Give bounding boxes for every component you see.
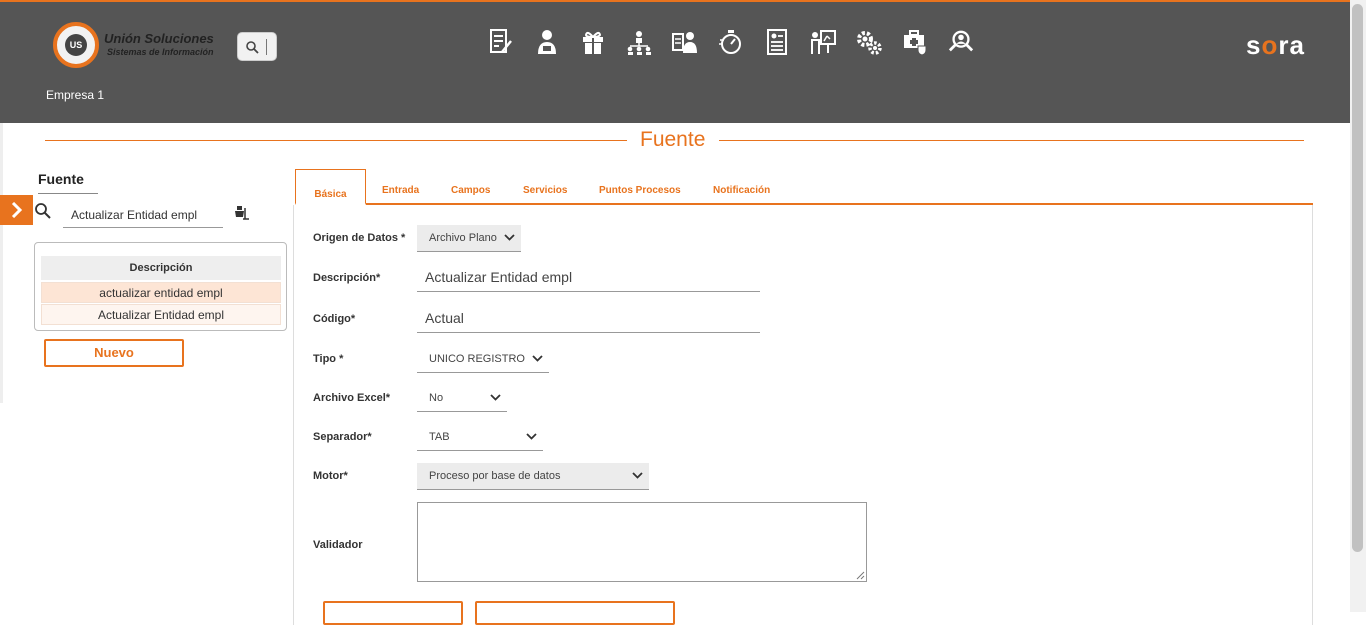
- search-input[interactable]: [63, 202, 223, 228]
- motor-label: Motor*: [313, 470, 348, 482]
- clear-filter-icon[interactable]: [234, 205, 250, 226]
- tipo-label: Tipo *: [313, 353, 344, 365]
- resume-icon[interactable]: [764, 28, 790, 56]
- title-divider-right: [719, 140, 1304, 141]
- results-table: Descripción actualizar entidad empl Actu…: [34, 242, 287, 331]
- separador-value: TAB: [429, 431, 450, 443]
- descripcion-field[interactable]: Actualizar Entidad empl: [417, 264, 760, 292]
- codigo-label: Código*: [313, 313, 356, 325]
- save-button[interactable]: [323, 601, 463, 625]
- descripcion-label: Descripción*: [313, 272, 381, 284]
- stopwatch-icon[interactable]: [718, 28, 744, 56]
- left-panel-title: Fuente: [38, 171, 98, 194]
- user-search-icon[interactable]: [948, 28, 974, 56]
- app-header: [0, 2, 1350, 123]
- scrollbar-thumb[interactable]: [1352, 4, 1363, 552]
- new-button[interactable]: Nuevo: [44, 339, 184, 367]
- brand-accent: o: [1261, 30, 1279, 60]
- brand-prefix: s: [1246, 30, 1262, 60]
- user-badge-icon[interactable]: [534, 28, 560, 56]
- brand-suffix: ra: [1278, 30, 1305, 60]
- tab-entrada[interactable]: Entrada: [382, 185, 419, 196]
- medical-kit-icon[interactable]: [902, 28, 928, 56]
- tipo-value: UNICO REGISTRO: [429, 353, 525, 365]
- gears-icon[interactable]: [856, 28, 882, 56]
- chevron-down-icon: [632, 472, 643, 479]
- org-chart-icon[interactable]: [626, 28, 652, 56]
- user-list-icon[interactable]: [672, 28, 698, 56]
- chevron-down-icon: [490, 394, 501, 401]
- motor-value: Proceso por base de datos: [429, 470, 561, 482]
- origen-select[interactable]: Archivo Plano: [417, 225, 521, 252]
- origen-label: Origen de Datos *: [313, 232, 406, 244]
- gift-icon[interactable]: [580, 28, 606, 56]
- chevron-down-icon: [532, 355, 543, 362]
- validador-label: Validador: [313, 539, 363, 551]
- tab-basica[interactable]: Básica: [295, 169, 366, 205]
- logo-name: Unión Soluciones: [104, 31, 214, 46]
- archivo-excel-value: No: [429, 392, 444, 404]
- table-row[interactable]: Actualizar Entidad empl: [41, 304, 281, 325]
- cancel-button[interactable]: [475, 601, 675, 625]
- chevron-right-icon: [11, 202, 22, 218]
- motor-select[interactable]: Proceso por base de datos: [417, 463, 649, 490]
- tab-puntos-procesos[interactable]: Puntos Procesos: [599, 185, 681, 196]
- tab-campos[interactable]: Campos: [451, 185, 490, 196]
- search-icon: [246, 41, 259, 54]
- table-header: Descripción: [41, 256, 281, 280]
- archivo-excel-label: Archivo Excel*: [313, 392, 391, 404]
- title-divider-left: [45, 140, 627, 141]
- text-caret: [266, 39, 267, 55]
- brand-logo: sora: [1246, 30, 1305, 61]
- separador-select[interactable]: TAB: [417, 424, 543, 451]
- module-nav: [488, 28, 974, 56]
- company-logo[interactable]: US: [53, 22, 99, 68]
- page-title: Fuente: [640, 128, 706, 151]
- resize-grip-icon[interactable]: [856, 571, 865, 580]
- header-search-button[interactable]: [237, 32, 277, 61]
- company-name[interactable]: Empresa 1: [46, 88, 104, 102]
- table-row[interactable]: actualizar entidad empl: [41, 282, 281, 303]
- document-edit-icon[interactable]: [488, 28, 514, 56]
- origen-value: Archivo Plano: [429, 232, 497, 244]
- logo-badge: US: [65, 34, 87, 56]
- tipo-select[interactable]: UNICO REGISTRO: [417, 346, 549, 373]
- archivo-excel-select[interactable]: No: [417, 385, 507, 412]
- tab-notificacion[interactable]: Notificación: [713, 185, 770, 196]
- sidebar-toggle-button[interactable]: [0, 195, 33, 225]
- search-icon[interactable]: [35, 203, 51, 224]
- separador-label: Separador*: [313, 431, 372, 443]
- codigo-field[interactable]: Actual: [417, 305, 760, 333]
- presentation-icon[interactable]: [810, 28, 836, 56]
- chevron-down-icon: [526, 433, 537, 440]
- logo-subtitle: Sistemas de Información: [107, 47, 214, 57]
- tab-servicios[interactable]: Servicios: [523, 185, 567, 196]
- validador-textarea[interactable]: [417, 502, 867, 582]
- sidebar-edge: [0, 123, 3, 403]
- chevron-down-icon: [504, 234, 515, 241]
